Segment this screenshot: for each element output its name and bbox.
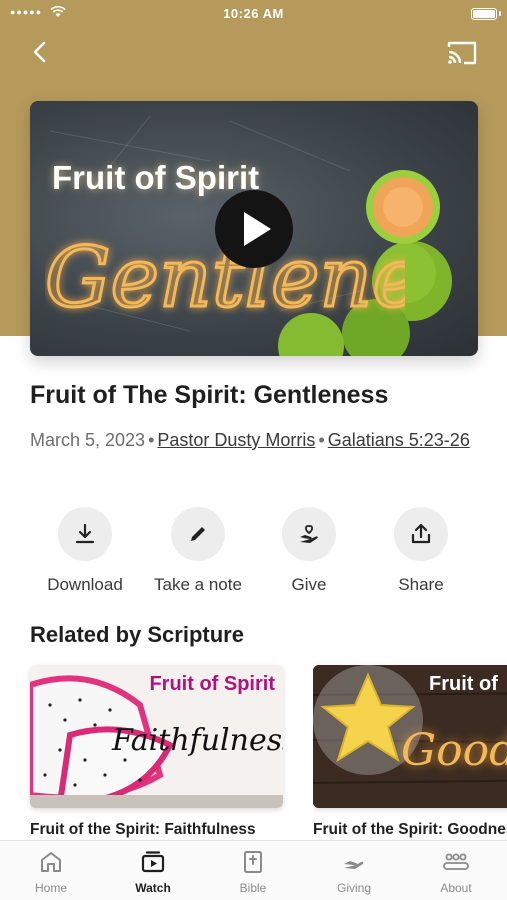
cast-button[interactable] (445, 38, 479, 68)
related-thumbnail: Fruit of Good (313, 665, 507, 808)
download-icon (75, 523, 95, 544)
back-button[interactable] (24, 36, 56, 68)
tab-bar: Home Watch Bible Giving About (0, 840, 507, 900)
related-caption: Fruit of the Spirit: Goodness (313, 821, 507, 838)
related-card-faithfulness[interactable]: Fruit of Spirit Faithfulness Fruit of th… (30, 665, 283, 839)
action-row: Download Take a note Give Share (0, 507, 507, 597)
related-caption: Fruit of the Spirit: Faithfulness (30, 821, 256, 838)
tab-label: Bible (239, 881, 267, 895)
tab-label: Watch (135, 881, 171, 895)
sermon-date: March 5, 2023 (30, 430, 146, 450)
separator: • (318, 430, 325, 450)
watch-icon (141, 851, 165, 873)
tab-about[interactable]: About (416, 849, 496, 895)
give-heart-hand-icon (300, 525, 318, 543)
related-thumb-title: Fruit of Spirit (149, 673, 275, 695)
chevron-left-icon (33, 41, 46, 63)
related-thumb-title: Fruit of (429, 673, 498, 695)
share-icon (411, 523, 431, 544)
related-section-title: Related by Scripture (30, 622, 244, 647)
scripture-link[interactable]: Galatians 5:23-26 (328, 430, 470, 450)
battery-icon (471, 8, 497, 20)
related-thumb-script: Good (401, 725, 507, 776)
give-button[interactable]: Give (244, 507, 374, 595)
tab-label: About (440, 881, 472, 895)
related-thumbnail: Fruit of Spirit Faithfulness (30, 665, 283, 808)
status-bar: ●●●●● 10:26 AM (0, 0, 507, 28)
sermon-meta: March 5, 2023 • Pastor Dusty Morris • Galati… (30, 426, 480, 454)
video-thumbnail[interactable]: Fruit of Spirit Gentleness (30, 101, 478, 356)
related-card-goodness[interactable]: Fruit of Good Fruit of the Spirit: Goodn… (313, 665, 507, 839)
tab-label: Giving (336, 881, 371, 895)
tab-bible[interactable]: Bible (213, 849, 293, 895)
about-icon (443, 853, 469, 870)
speaker-link[interactable]: Pastor Dusty Morris (157, 430, 315, 450)
play-icon (244, 212, 271, 246)
home-icon (41, 852, 61, 872)
tab-watch[interactable]: Watch (113, 849, 193, 895)
separator: • (148, 430, 155, 450)
related-thumb-script: Faithfulness (112, 723, 283, 758)
related-card-clip: Fruit of Good Fruit of the Spirit: Goodn… (313, 660, 507, 840)
download-button[interactable]: Download (20, 507, 150, 595)
give-label: Give (291, 575, 327, 594)
share-label: Share (398, 575, 444, 594)
tab-label: Home (34, 881, 67, 895)
bible-icon (244, 851, 262, 873)
tab-giving[interactable]: Giving (314, 849, 394, 895)
cast-icon (447, 41, 477, 65)
pencil-icon (191, 527, 205, 541)
share-button[interactable]: Share (356, 507, 486, 595)
play-button[interactable] (215, 190, 293, 268)
giving-icon (344, 861, 364, 869)
status-time: 10:26 AM (223, 6, 284, 21)
download-label: Download (47, 575, 123, 594)
tab-home[interactable]: Home (11, 849, 91, 895)
sermon-title: Fruit of The Spirit: Gentleness (30, 381, 389, 409)
